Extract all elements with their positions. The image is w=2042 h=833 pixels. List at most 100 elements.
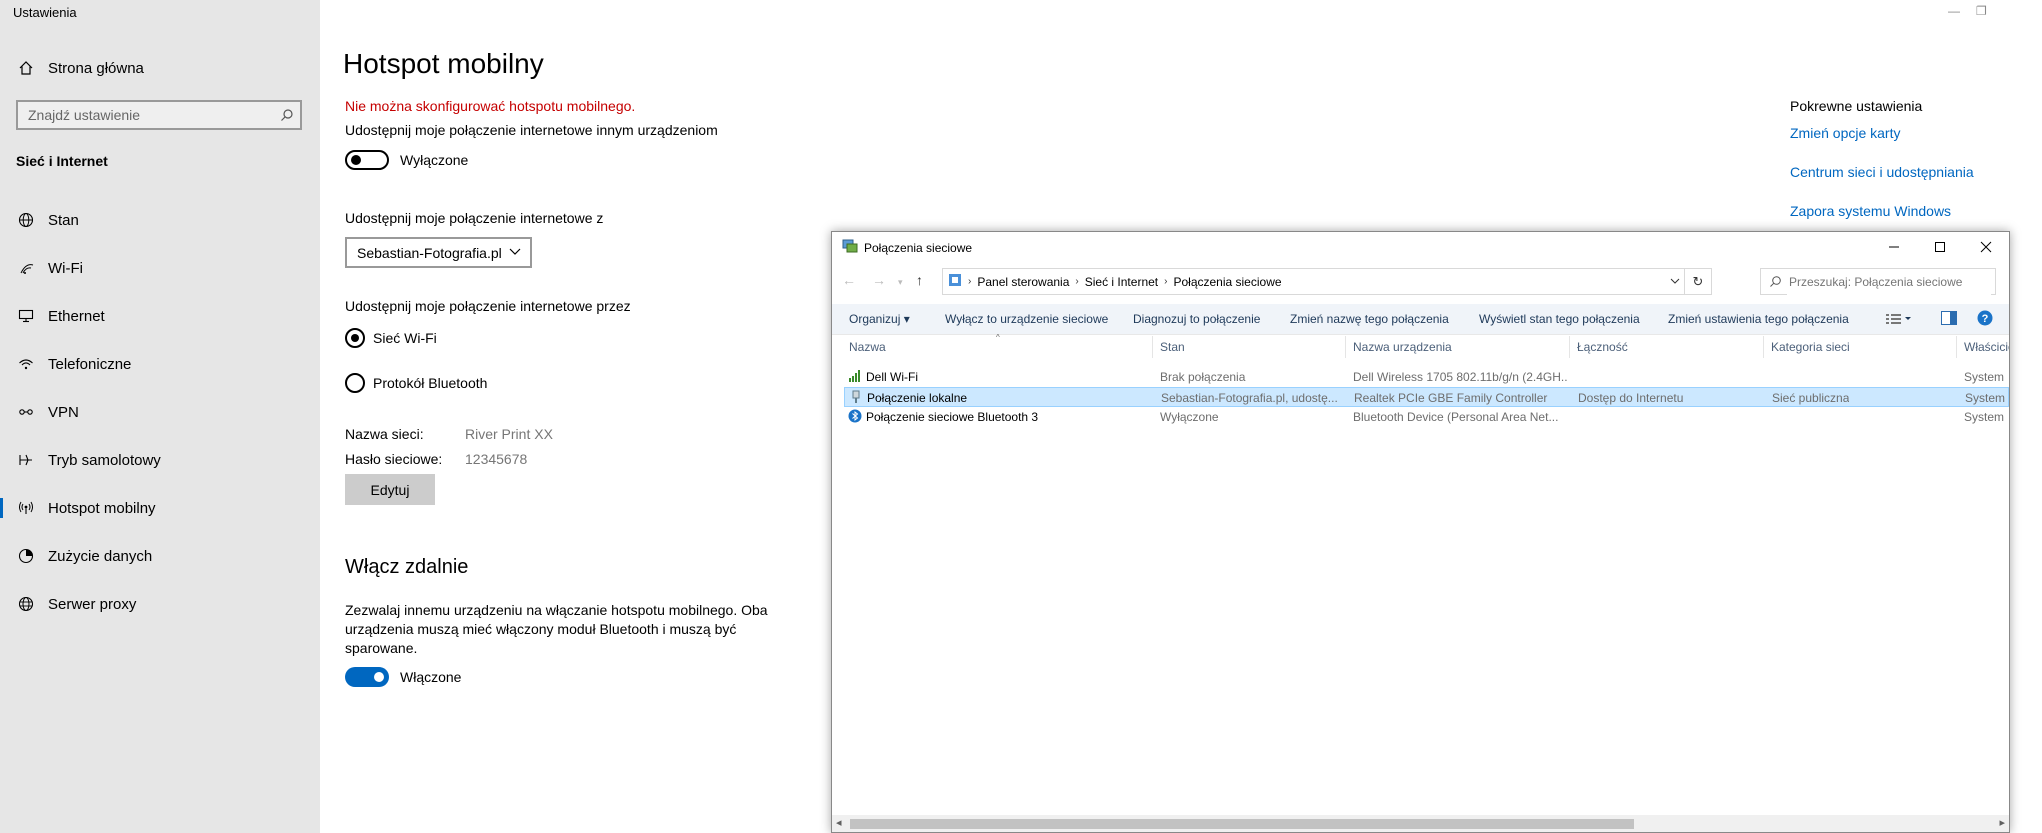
sidebar-item-telefoniczne[interactable]: Telefoniczne (16, 344, 131, 384)
radio-wifi-label[interactable]: Sieć Wi-Fi (373, 330, 437, 346)
globe-icon (16, 210, 36, 230)
radio-wifi[interactable] (345, 328, 365, 348)
maximize-button[interactable] (1917, 234, 1963, 260)
remote-toggle[interactable] (345, 667, 389, 687)
share-toggle-state: Wyłączone (400, 152, 469, 168)
data-usage-icon (16, 546, 36, 566)
cell-category: Sieć publiczna (1772, 391, 1850, 405)
explorer-search[interactable] (1760, 268, 1996, 295)
close-button[interactable] (1963, 234, 2009, 260)
sidebar-item-data-usage[interactable]: Zużycie danych (16, 536, 152, 576)
sidebar-item-label: Serwer proxy (48, 595, 137, 613)
column-divider[interactable] (1345, 336, 1346, 358)
cell-name: Połączenie sieciowe Bluetooth 3 (866, 410, 1039, 424)
forward-arrow-icon[interactable]: → (872, 272, 886, 288)
cell-owner: System (1964, 370, 2005, 384)
section-title: Sieć i Internet (16, 153, 108, 169)
link-change-adapter[interactable]: Zmień opcje karty (1790, 125, 1900, 141)
column-header-owner[interactable]: Właściciel (1964, 340, 2009, 354)
remote-title: Włącz zdalnie (345, 556, 469, 578)
search-icon[interactable] (280, 108, 294, 127)
minimize-button[interactable] (1871, 234, 1917, 260)
column-header-status[interactable]: Stan (1160, 340, 1185, 354)
table-row[interactable]: Połączenie lokalne Sebastian-Fotografia.… (844, 387, 2009, 407)
sidebar-item-label: Ethernet (48, 307, 105, 325)
bluetooth-icon (848, 409, 862, 426)
restore-button[interactable]: ❐ (1976, 4, 1987, 18)
wifi-icon (16, 258, 36, 278)
column-divider[interactable] (1956, 336, 1957, 358)
column-header-category[interactable]: Kategoria sieci (1771, 340, 1850, 354)
sidebar-item-home[interactable]: Strona główna (16, 48, 144, 88)
error-message: Nie można skonfigurować hotspotu mobilne… (345, 98, 636, 114)
column-header-device[interactable]: Nazwa urządzenia (1353, 340, 1452, 354)
search-input[interactable] (18, 102, 268, 128)
home-icon (16, 58, 36, 78)
sidebar-item-label: Strona główna (48, 59, 144, 77)
app-title: Ustawienia (13, 5, 77, 20)
toggle-knob (351, 155, 361, 165)
organize-button[interactable]: Organizuj ▾ (849, 312, 910, 326)
column-divider[interactable] (1763, 336, 1764, 358)
search-input[interactable] (1787, 269, 1991, 295)
sidebar-item-vpn[interactable]: VPN (16, 392, 79, 432)
column-divider[interactable] (1569, 336, 1570, 358)
diagnose-button[interactable]: Diagnozuj to połączenie (1133, 312, 1260, 326)
page-title: Hotspot mobilny (343, 48, 544, 79)
radio-bluetooth-label[interactable]: Protokół Bluetooth (373, 375, 487, 391)
view-status-button[interactable]: Wyświetl stan tego połączenia (1479, 312, 1640, 326)
horizontal-scrollbar[interactable]: ◂ ▸ (832, 815, 2009, 832)
column-divider[interactable] (1152, 336, 1153, 358)
table-row[interactable]: Dell Wi-Fi Brak połączenia Dell Wireless… (844, 367, 2009, 387)
disable-device-button[interactable]: Wyłącz to urządzenie sieciowe (945, 312, 1108, 326)
edit-button[interactable]: Edytuj (345, 474, 435, 505)
sidebar-item-hotspot[interactable]: Hotspot mobilny (0, 488, 156, 528)
breadcrumb-item[interactable]: Panel sterowania (977, 275, 1069, 289)
column-header-name[interactable]: Nazwa (849, 340, 886, 354)
sidebar-item-stan[interactable]: Stan (16, 200, 79, 240)
cell-connectivity: Dostęp do Internetu (1578, 391, 1684, 405)
network-connections-icon (842, 238, 858, 257)
link-firewall[interactable]: Zapora systemu Windows (1790, 203, 1951, 219)
sidebar-item-proxy[interactable]: Serwer proxy (16, 584, 136, 624)
remote-toggle-state: Włączone (400, 669, 462, 685)
ethernet-adapter-icon (849, 390, 863, 407)
column-header-connectivity[interactable]: Łączność (1577, 340, 1628, 354)
help-icon[interactable]: ? (1977, 310, 1993, 331)
cell-status: Wyłączone (1160, 410, 1219, 424)
settings-search[interactable] (16, 100, 302, 130)
scroll-left-icon[interactable]: ◂ (836, 816, 842, 829)
radio-bluetooth[interactable] (345, 373, 365, 393)
share-toggle[interactable] (345, 150, 389, 170)
scroll-right-icon[interactable]: ▸ (1999, 816, 2005, 829)
hotspot-icon (16, 498, 36, 518)
breadcrumb-item[interactable]: Sieć i Internet (1085, 275, 1158, 289)
breadcrumb-item[interactable]: Połączenia sieciowe (1173, 275, 1281, 289)
table-row[interactable]: Połączenie sieciowe Bluetooth 3 Wyłączon… (844, 407, 2009, 427)
airplane-icon (16, 450, 36, 470)
preview-pane-icon[interactable] (1941, 311, 1957, 330)
chevron-down-icon[interactable] (1669, 275, 1681, 290)
address-bar[interactable]: › Panel sterowania › Sieć i Internet › P… (942, 268, 1712, 295)
sidebar-item-label: Telefoniczne (48, 355, 132, 373)
cell-name: Połączenie lokalne (867, 391, 968, 405)
rename-button[interactable]: Zmień nazwę tego połączenia (1290, 312, 1449, 326)
network-name-value: River Print XX (465, 426, 553, 442)
refresh-icon[interactable]: ↻ (1684, 269, 1711, 294)
scrollbar-thumb[interactable] (850, 819, 1634, 829)
back-arrow-icon[interactable]: ← (842, 272, 856, 288)
command-bar: Organizuj ▾ Wyłącz to urządzenie sieciow… (832, 304, 2009, 335)
recent-chevron-icon[interactable]: ▾ (898, 277, 903, 288)
up-arrow-icon[interactable]: ↑ (916, 272, 923, 288)
sidebar-item-ethernet[interactable]: Ethernet (16, 296, 105, 336)
change-settings-button[interactable]: Zmień ustawienia tego połączenia (1668, 312, 1849, 326)
share-from-dropdown[interactable]: Sebastian-Fotografia.pl (345, 237, 532, 268)
search-icon (1769, 275, 1782, 293)
link-network-center[interactable]: Centrum sieci i udostępniania (1790, 164, 1974, 180)
sidebar-item-airplane[interactable]: Tryb samolotowy (16, 440, 161, 480)
sidebar-item-wifi[interactable]: Wi-Fi (16, 248, 83, 288)
sidebar-item-label: Wi-Fi (48, 259, 83, 277)
minimize-button[interactable]: — (1948, 4, 1960, 18)
view-options-icon[interactable] (1886, 312, 1912, 330)
vpn-icon (16, 402, 36, 422)
